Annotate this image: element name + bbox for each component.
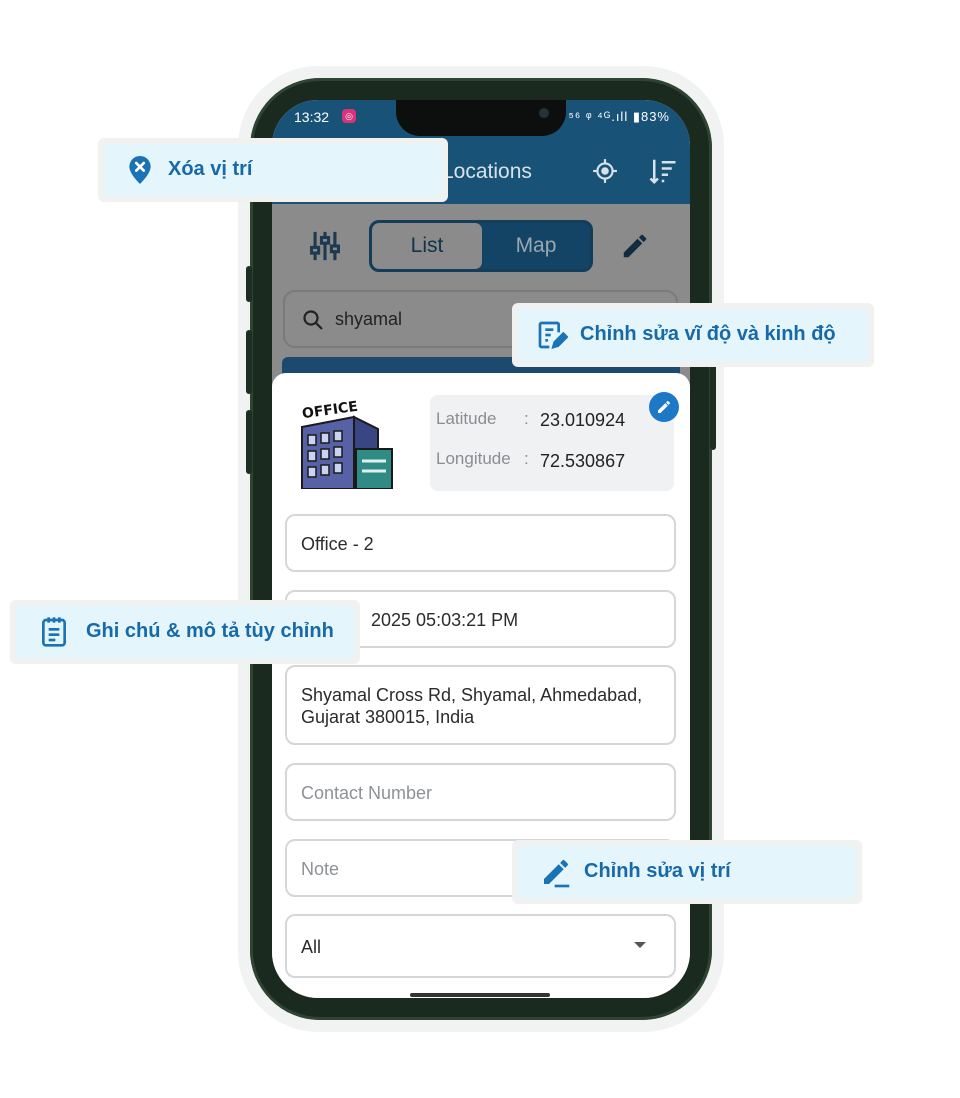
address-value[interactable]: Shyamal Cross Rd, Shyamal, Ahmedabad, Gu…	[301, 684, 661, 728]
coordinates-box: Latitude : 23.010924 Longitude : 72.5308…	[430, 395, 674, 491]
contact-number-placeholder[interactable]: Contact Number	[301, 782, 432, 804]
chevron-down-icon	[634, 942, 646, 948]
side-button	[246, 266, 252, 302]
search-icon	[303, 310, 323, 330]
sort-icon[interactable]	[648, 156, 678, 186]
gps-target-icon[interactable]	[592, 158, 618, 184]
datetime-value[interactable]: 2025 05:03:21 PM	[371, 609, 518, 631]
office-building-icon: OFFICE	[301, 399, 393, 489]
camera-icon	[539, 108, 549, 118]
callout-notes: Ghi chú & mô tả tùy chỉnh	[10, 600, 360, 664]
location-name-field[interactable]: Office - 2	[285, 514, 676, 572]
home-indicator	[410, 993, 550, 997]
category-value[interactable]: All	[301, 936, 321, 958]
callout-notes-label: Ghi chú & mô tả tùy chỉnh	[86, 620, 334, 642]
longitude-label: Longitude	[436, 449, 511, 468]
pencil-icon[interactable]	[620, 231, 650, 261]
callout-edit-location-label: Chỉnh sửa vị trí	[584, 860, 731, 882]
callout-delete-location: Xóa vị trí	[98, 138, 448, 202]
page-title: Locations	[442, 160, 532, 183]
view-toggle: List Map	[369, 220, 593, 272]
callout-edit-coordinates-label: Chỉnh sửa vĩ độ và kinh độ	[580, 323, 836, 345]
latitude-separator: :	[524, 409, 529, 428]
edit-coordinates-button[interactable]	[649, 392, 679, 422]
location-name-value[interactable]: Office - 2	[301, 533, 374, 555]
status-time: 13:32	[294, 109, 330, 125]
category-dropdown[interactable]: All	[285, 914, 676, 978]
notch	[396, 100, 566, 136]
sliders-icon[interactable]	[308, 229, 342, 263]
volume-down-button	[246, 410, 252, 474]
tab-list[interactable]: List	[372, 223, 482, 269]
pencil-icon	[544, 860, 570, 888]
contact-number-field[interactable]: Contact Number	[285, 763, 676, 821]
search-input[interactable]: shyamal	[335, 309, 402, 330]
longitude-separator: :	[524, 449, 529, 468]
longitude-value: 72.530867	[540, 451, 626, 471]
address-field[interactable]: Shyamal Cross Rd, Shyamal, Ahmedabad, Gu…	[285, 665, 676, 745]
latitude-label: Latitude	[436, 409, 497, 428]
callout-edit-coordinates: Chỉnh sửa vĩ độ và kinh độ	[512, 303, 874, 367]
callout-delete-location-label: Xóa vị trí	[168, 158, 253, 180]
location-detail-card: OFFICE Latitude : 23.010924 Longitude : …	[272, 373, 690, 998]
notepad-icon	[42, 617, 66, 647]
instagram-icon: ◎	[342, 109, 356, 123]
note-edit-icon	[538, 321, 568, 349]
status-indicators: ⁵⁶ ᵠ ⁴ᴳ.ıll ▮83%	[568, 109, 670, 124]
latitude-value: 23.010924	[540, 410, 626, 430]
note-placeholder[interactable]: Note	[301, 858, 339, 880]
tab-map[interactable]: Map	[482, 223, 590, 269]
pencil-icon	[658, 401, 670, 413]
location-remove-icon	[129, 156, 151, 184]
volume-up-button	[246, 330, 252, 394]
callout-edit-location: Chỉnh sửa vị trí	[512, 840, 862, 904]
